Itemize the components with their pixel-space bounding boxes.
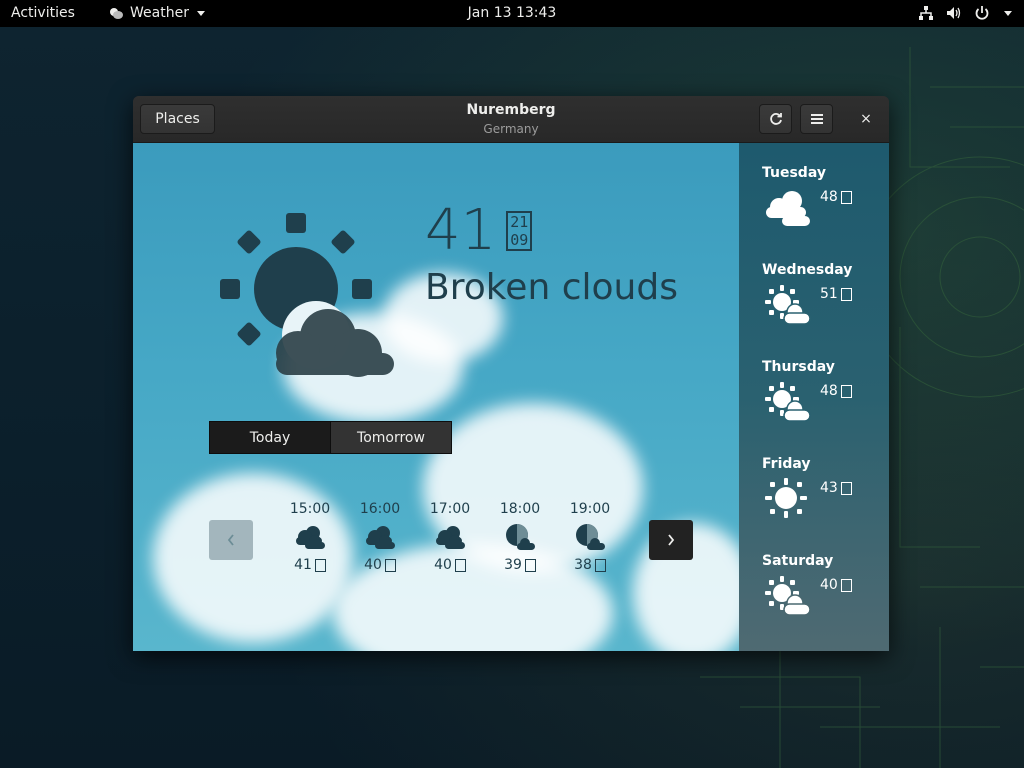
weather-window: Places Nuremberg Germany × 41 21 09 Brok…: [133, 96, 889, 651]
refresh-button[interactable]: [759, 104, 792, 134]
hour-temp: 40: [434, 557, 452, 573]
hour-time: 16:00: [359, 501, 401, 517]
chevron-down-icon: [1004, 10, 1012, 16]
forecast-temp: 48: [820, 383, 838, 399]
system-tray[interactable]: [918, 5, 1012, 21]
temperature-unit: [840, 190, 852, 204]
overcast-icon: [296, 526, 325, 549]
forecast-day: Saturday: [762, 553, 834, 569]
temperature-unit: [840, 578, 852, 592]
temperature-unit: 21 09: [506, 210, 533, 251]
forecast-item: Thursday 48: [762, 359, 882, 422]
day-toggle: Today Tomorrow: [209, 421, 452, 454]
overcast-icon: [436, 526, 465, 549]
forecast-temp: 43: [820, 480, 838, 496]
condition-label: Broken clouds: [425, 267, 678, 308]
close-button[interactable]: ×: [851, 104, 881, 134]
clock[interactable]: Jan 13 13:43: [0, 5, 1024, 21]
hourly-item: 16:00 40: [350, 501, 410, 573]
sun-cloud-icon: [765, 576, 811, 616]
power-icon: [975, 6, 989, 20]
temperature-unit: [454, 558, 466, 572]
hour-time: 18:00: [499, 501, 541, 517]
top-bar: Activities Weather Jan 13 13:43: [0, 0, 1024, 27]
current-weather-panel: 41 21 09 Broken clouds Today Tomorrow 15…: [133, 143, 739, 651]
forecast-day: Friday: [762, 456, 811, 472]
hour-temp: 40: [364, 557, 382, 573]
current-temperature: 41 21 09: [425, 198, 533, 263]
temperature-unit: [524, 558, 536, 572]
tab-tomorrow[interactable]: Tomorrow: [330, 422, 451, 453]
hourly-item: 18:00 39: [490, 501, 550, 573]
sun-cloud-icon: [765, 382, 811, 422]
menu-button[interactable]: [800, 104, 833, 134]
header-bar: Places Nuremberg Germany ×: [133, 96, 889, 143]
temperature-unit: [314, 558, 326, 572]
forecast-day: Tuesday: [762, 165, 826, 181]
sun-icon: [765, 478, 807, 518]
forecast-day: Wednesday: [762, 262, 853, 278]
hourly-item: 17:00 40: [420, 501, 480, 573]
hour-time: 17:00: [429, 501, 471, 517]
next-hours-button[interactable]: [649, 520, 693, 560]
night-cloud-icon: [506, 524, 535, 550]
hour-temp: 38: [574, 557, 592, 573]
temperature-unit: [384, 558, 396, 572]
forecast-item: Wednesday 51: [762, 262, 882, 325]
forecast-item: Saturday 40: [762, 553, 882, 616]
tab-today[interactable]: Today: [210, 422, 330, 453]
temperature-value: 41: [425, 198, 497, 263]
network-icon: [919, 6, 933, 20]
overcast-icon: [366, 526, 395, 549]
volume-icon: [947, 7, 961, 19]
hourly-item: 19:00 38: [560, 501, 620, 573]
chevron-right-icon: [668, 534, 675, 546]
sun-cloud-icon: [765, 285, 811, 325]
chevron-left-icon: [227, 534, 234, 546]
previous-hours-button[interactable]: [209, 520, 253, 560]
refresh-icon: [769, 113, 782, 125]
hour-time: 19:00: [569, 501, 611, 517]
forecast-sidebar: Tuesday 48 Wednesday 51 Thursday 48 Frid…: [739, 143, 889, 651]
sun-behind-cloud-icon: [220, 213, 394, 377]
temperature-unit: [594, 558, 606, 572]
unit-glyph-bottom: 09: [510, 230, 529, 249]
night-cloud-icon: [576, 524, 605, 550]
forecast-temp: 51: [820, 286, 838, 302]
hamburger-menu-icon: [810, 114, 823, 124]
hour-temp: 41: [294, 557, 312, 573]
temperature-unit: [840, 481, 852, 495]
overcast-icon: [766, 191, 810, 226]
forecast-temp: 40: [820, 577, 838, 593]
temperature-unit: [840, 384, 852, 398]
forecast-temp: 48: [820, 189, 838, 205]
hourly-item: 15:00 41: [280, 501, 340, 573]
forecast-item: Tuesday 48: [762, 165, 882, 226]
hour-time: 15:00: [289, 501, 331, 517]
unit-glyph-top: 21: [510, 212, 529, 231]
hour-temp: 39: [504, 557, 522, 573]
forecast-day: Thursday: [762, 359, 835, 375]
forecast-item: Friday 43: [762, 456, 882, 518]
temperature-unit: [840, 287, 852, 301]
